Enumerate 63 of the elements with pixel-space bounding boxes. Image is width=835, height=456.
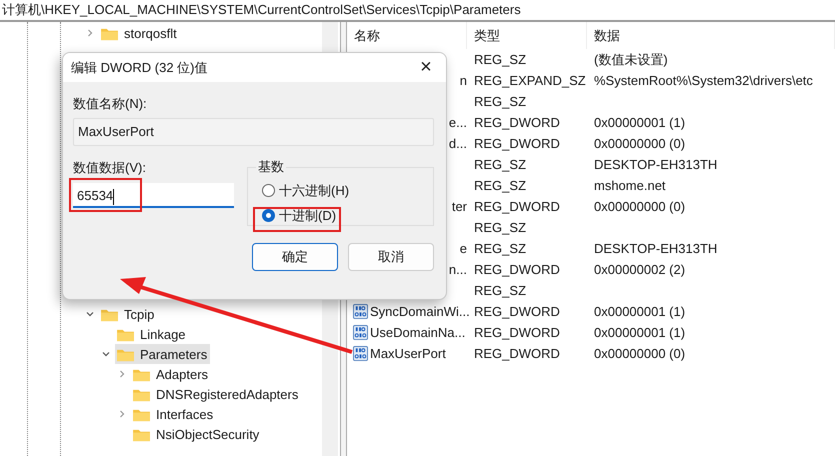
- value-data: mshome.net: [594, 178, 666, 193]
- value-type: REG_SZ: [474, 157, 526, 172]
- radio-option[interactable]: 十进制(D): [262, 203, 423, 228]
- close-button[interactable]: ×: [406, 53, 446, 82]
- field-label: 数值数据(V):: [73, 160, 147, 176]
- value-type: REG_SZ: [474, 178, 526, 193]
- value-name[interactable]: d...: [448, 136, 467, 151]
- chevron-icon[interactable]: [101, 349, 111, 359]
- value-data: 0x00000001 (1): [594, 304, 686, 319]
- value-data-field[interactable]: 65534: [73, 183, 234, 208]
- value-type: REG_DWORD: [474, 346, 560, 361]
- value-name[interactable]: SyncDomainWi...: [370, 304, 470, 319]
- value-data: 0x00000000 (0): [594, 199, 686, 214]
- column-header[interactable]: 名称: [347, 22, 467, 49]
- ok-button[interactable]: 确定: [252, 243, 338, 271]
- dialog-title: 编辑 DWORD (32 位)值: [71, 58, 208, 76]
- value-type: REG_DWORD: [474, 136, 560, 151]
- tree-item[interactable]: Adapters: [131, 364, 212, 384]
- value-type: REG_DWORD: [474, 304, 560, 319]
- value-type: REG_DWORD: [474, 262, 560, 277]
- value-type: REG_SZ: [474, 283, 526, 298]
- cancel-button[interactable]: 取消: [348, 243, 434, 271]
- value-type: REG_DWORD: [474, 199, 560, 214]
- value-name[interactable]: UseDomainNa...: [370, 325, 466, 340]
- column-header[interactable]: 数据: [587, 22, 835, 49]
- chevron-icon[interactable]: [85, 309, 95, 319]
- value-data: (数值未设置): [594, 50, 668, 68]
- address-bar[interactable]: 计算机\HKEY_LOCAL_MACHINE\SYSTEM\CurrentControlSet\Services\Tcpip\Parameters: [0, 0, 835, 22]
- tree-item[interactable]: Tcpip: [99, 304, 158, 324]
- tree-item[interactable]: Linkage: [115, 324, 189, 344]
- value-data: 0x00000000 (0): [594, 136, 686, 151]
- radio-button[interactable]: [262, 209, 275, 222]
- value-data: 0x00000001 (1): [594, 325, 686, 340]
- field-label: 数值名称(N):: [73, 96, 148, 112]
- value-type: REG_SZ: [474, 52, 526, 67]
- value-name[interactable]: n: [460, 73, 467, 88]
- tree-item[interactable]: Interfaces: [131, 404, 216, 424]
- value-type: REG_SZ: [474, 94, 526, 109]
- value-name[interactable]: e: [460, 241, 467, 256]
- value-data: 0x00000002 (2): [594, 262, 686, 277]
- value-type: REG_EXPAND_SZ: [474, 73, 586, 88]
- radio-option[interactable]: 十六进制(H): [262, 178, 423, 203]
- value-name[interactable]: e...: [448, 115, 467, 130]
- value-data: 0x00000001 (1): [594, 115, 686, 130]
- radio-button[interactable]: [262, 184, 275, 197]
- tree-item[interactable]: Parameters: [115, 344, 210, 364]
- group-label: 基数: [257, 158, 285, 176]
- value-data: 0x00000000 (0): [594, 346, 686, 361]
- tree-item[interactable]: storqosflt: [99, 23, 180, 43]
- value-type: REG_SZ: [474, 241, 526, 256]
- column-header[interactable]: 类型: [467, 22, 587, 49]
- value-type: REG_DWORD: [474, 115, 560, 130]
- value-name-field[interactable]: MaxUserPort: [73, 118, 434, 146]
- tree-item[interactable]: NsiObjectSecurity: [131, 424, 262, 444]
- value-name[interactable]: ter: [452, 199, 467, 214]
- value-data: DESKTOP-EH313TH: [594, 157, 718, 172]
- value-data: %SystemRoot%\System32\drivers\etc: [594, 73, 813, 88]
- tree-item[interactable]: DNSRegisteredAdapters: [131, 384, 302, 404]
- value-data: DESKTOP-EH313TH: [594, 241, 718, 256]
- value-name[interactable]: MaxUserPort: [370, 346, 446, 361]
- value-type: REG_SZ: [474, 220, 526, 235]
- value-type: REG_DWORD: [474, 325, 560, 340]
- value-name[interactable]: n...: [448, 262, 467, 277]
